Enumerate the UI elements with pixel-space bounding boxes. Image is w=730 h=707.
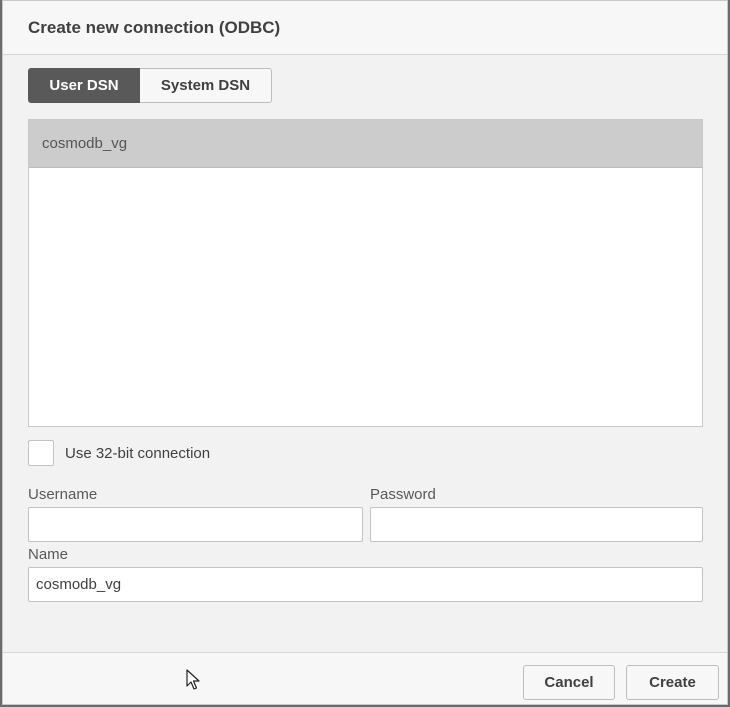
use-32bit-checkbox[interactable] — [28, 440, 54, 466]
create-connection-dialog: Create new connection (ODBC) User DSN Sy… — [2, 0, 728, 705]
username-input[interactable] — [28, 507, 363, 542]
use-32bit-label[interactable]: Use 32-bit connection — [65, 445, 210, 462]
password-label: Password — [370, 486, 436, 503]
tab-user-dsn[interactable]: User DSN — [28, 68, 140, 103]
username-label: Username — [28, 486, 98, 503]
mouse-pointer-icon — [186, 669, 200, 690]
dialog-footer: Cancel Create — [3, 652, 727, 704]
dsn-list-item[interactable]: cosmodb_vg — [29, 120, 702, 168]
name-input[interactable] — [28, 567, 703, 602]
dsn-tabs: User DSN System DSN — [28, 68, 272, 103]
cancel-button[interactable]: Cancel — [523, 665, 615, 700]
name-label: Name — [28, 546, 69, 563]
tab-system-dsn[interactable]: System DSN — [140, 68, 272, 103]
use-32bit-row: Use 32-bit connection — [28, 440, 210, 466]
create-button[interactable]: Create — [626, 665, 719, 700]
dsn-list[interactable]: cosmodb_vg — [28, 119, 703, 427]
dialog-title: Create new connection (ODBC) — [28, 18, 281, 37]
dialog-header: Create new connection (ODBC) — [3, 1, 727, 55]
password-input[interactable] — [370, 507, 703, 542]
